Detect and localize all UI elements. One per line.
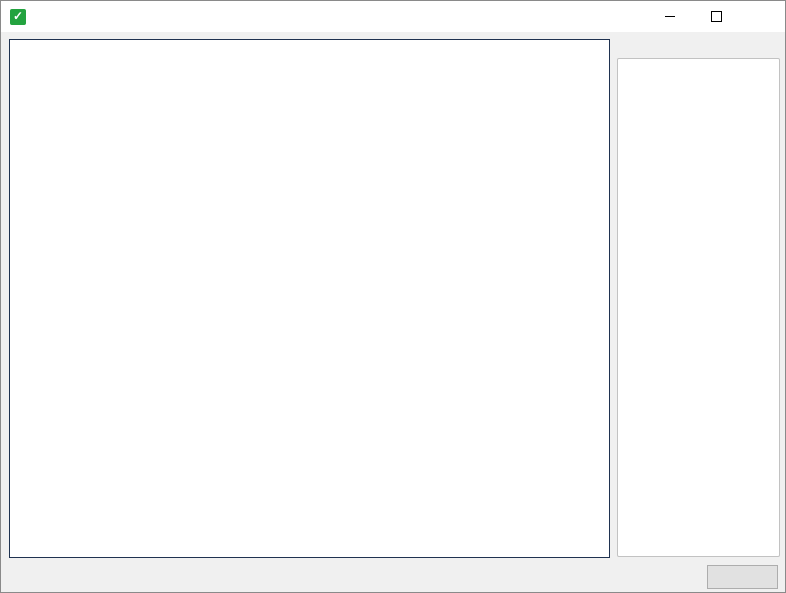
- window-controls: [647, 1, 785, 32]
- maximize-icon: [711, 11, 722, 22]
- minimize-icon: [665, 16, 675, 17]
- close-button[interactable]: [707, 565, 778, 589]
- legend-list: [617, 58, 780, 557]
- plot-area: [10, 40, 609, 557]
- dialog-content: [1, 32, 785, 592]
- dialog-window: [0, 0, 786, 593]
- maximize-button[interactable]: [693, 1, 739, 32]
- chart-panel: [9, 39, 610, 558]
- title-bar: [1, 1, 785, 32]
- close-window-button[interactable]: [739, 1, 785, 32]
- legend-panel: [617, 41, 780, 557]
- minimize-button[interactable]: [647, 1, 693, 32]
- green-check-icon: [10, 9, 26, 25]
